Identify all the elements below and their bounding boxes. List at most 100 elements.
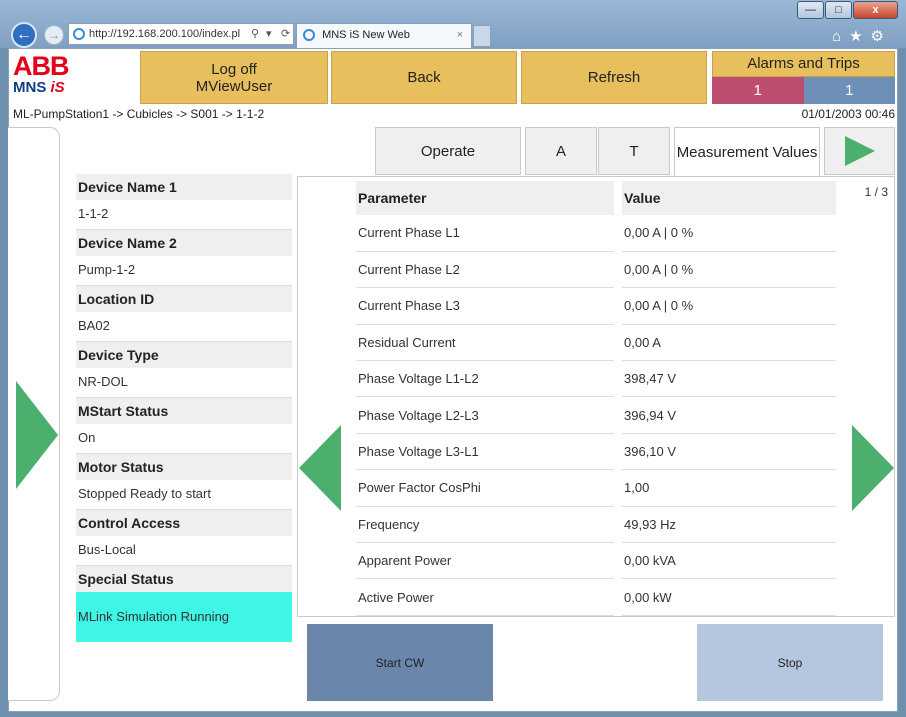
device-field-value: BA02 (76, 312, 292, 342)
is-text: iS (50, 79, 65, 96)
stop-button[interactable]: Stop (697, 624, 883, 701)
table-row: Current Phase L2 0,00 A | 0 % (356, 251, 836, 289)
left-panel-arrow-icon[interactable] (16, 381, 58, 489)
trip-count-badge[interactable]: 1 (803, 77, 895, 104)
value-cell: 0,00 A | 0 % (622, 215, 836, 252)
search-icon[interactable]: ⚲ (251, 24, 263, 44)
device-field-value: NR-DOL (76, 368, 292, 398)
value-cell: 0,00 kW (622, 578, 836, 616)
browser-forward-icon[interactable]: → (44, 25, 64, 45)
tab-operate[interactable]: Operate (375, 127, 521, 175)
browser-back-icon[interactable]: ← (11, 22, 37, 48)
column-header-parameter: Parameter (356, 181, 614, 215)
table-row: Residual Current 0,00 A (356, 324, 836, 362)
refresh-button[interactable]: Refresh (521, 51, 707, 104)
device-field-value: MLink Simulation Running (76, 592, 292, 642)
value-cell: 0,00 A | 0 % (622, 251, 836, 289)
device-field-value: On (76, 424, 292, 454)
alarms-and-trips[interactable]: Alarms and Trips 1 1 (712, 51, 895, 104)
table-row: Phase Voltage L1-L2 398,47 V (356, 360, 836, 398)
table-row: Phase Voltage L2-L3 396,94 V (356, 396, 836, 434)
alarms-title[interactable]: Alarms and Trips (712, 51, 895, 77)
device-field-label: Device Name 1 (76, 174, 292, 200)
logoff-button[interactable]: Log off MViewUser (140, 51, 328, 104)
table-row: Current Phase L1 0,00 A | 0 % (356, 215, 836, 252)
start-cw-button[interactable]: Start CW (307, 624, 493, 701)
parameter-cell: Power Factor CosPhi (356, 469, 614, 507)
parameter-cell: Phase Voltage L1-L2 (356, 360, 614, 398)
table-row: Apparent Power 0,00 kVA (356, 542, 836, 580)
parameter-cell: Frequency (356, 506, 614, 544)
value-cell: 398,47 V (622, 360, 836, 398)
previous-page-arrow-icon[interactable] (299, 425, 341, 511)
close-window-button[interactable]: x (853, 1, 898, 19)
minimize-button[interactable]: — (797, 1, 824, 19)
browser-titlebar: — □ x ← → http://192.168.200.100/index.p… (0, 0, 906, 48)
logoff-label: Log off (211, 60, 257, 78)
device-field-label: Device Name 2 (76, 230, 292, 256)
value-cell: 396,94 V (622, 396, 836, 434)
tab-ie-icon (303, 29, 315, 41)
measurement-panel: 1 / 3 Parameter Value Current Phase L1 0,… (297, 176, 895, 617)
value-cell: 49,93 Hz (622, 506, 836, 544)
table-row: Power Factor CosPhi 1,00 (356, 469, 836, 507)
refresh-page-icon[interactable]: ⟳ (281, 24, 293, 44)
device-field-label: MStart Status (76, 398, 292, 424)
device-field-label: Device Type (76, 342, 292, 368)
value-cell: 0,00 A (622, 324, 836, 362)
tab-next[interactable] (824, 127, 895, 175)
abb-mns-logo: ABB MNS iS (13, 53, 73, 103)
page-indicator: 1 / 3 (864, 185, 888, 199)
tab-title: MNS iS New Web (322, 29, 410, 41)
parameter-cell: Current Phase L3 (356, 287, 614, 325)
breadcrumb: ML-PumpStation1 -> Cubicles -> S001 -> 1… (13, 107, 265, 121)
table-row: Phase Voltage L3-L1 396,10 V (356, 433, 836, 471)
device-field-label: Motor Status (76, 454, 292, 480)
measurement-table: Parameter Value Current Phase L1 0,00 A |… (356, 181, 836, 616)
mns-is-logo-text: MNS iS (13, 79, 73, 97)
parameter-cell: Active Power (356, 578, 614, 616)
back-button[interactable]: Back (331, 51, 517, 104)
tab-measurement-values[interactable]: Measurement Values (674, 127, 820, 177)
maximize-button[interactable]: □ (825, 1, 852, 19)
dropdown-icon[interactable]: ▾ (266, 24, 278, 44)
tab-a[interactable]: A (525, 127, 597, 175)
tab-close-icon[interactable]: × (457, 24, 463, 46)
device-field-label: Location ID (76, 286, 292, 312)
table-row: Frequency 49,93 Hz (356, 506, 836, 544)
device-info-panel: Device Name 1 1-1-2 Device Name 2 Pump-1-2 L… (76, 174, 292, 642)
device-field-value: Pump-1-2 (76, 256, 292, 286)
abb-logo-text: ABB (13, 51, 70, 81)
parameter-cell: Current Phase L2 (356, 251, 614, 289)
parameter-cell: Residual Current (356, 324, 614, 362)
window-controls: — □ x (796, 1, 898, 19)
ie-icon (73, 28, 85, 40)
device-field-label: Special Status (76, 566, 292, 592)
value-cell: 0,00 A | 0 % (622, 287, 836, 325)
alarm-count-badge[interactable]: 1 (712, 77, 804, 104)
browser-tab[interactable]: MNS iS New Web × (296, 23, 472, 48)
next-page-arrow-icon[interactable] (852, 425, 894, 511)
device-field-value: 1-1-2 (76, 200, 292, 230)
datetime: 01/01/2003 00:46 (801, 107, 895, 121)
parameter-cell: Current Phase L1 (356, 215, 614, 252)
browser-tools-icons[interactable]: ⌂★⚙ (832, 27, 892, 45)
parameter-cell: Phase Voltage L2-L3 (356, 396, 614, 434)
table-row: Active Power 0,00 kW (356, 578, 836, 616)
new-tab-button[interactable] (473, 25, 491, 47)
parameter-cell: Apparent Power (356, 542, 614, 580)
address-url[interactable]: http://192.168.200.100/index.pl (89, 24, 248, 44)
address-bar[interactable]: http://192.168.200.100/index.pl ⚲ ▾ ⟳ (68, 23, 294, 45)
tab-t[interactable]: T (598, 127, 670, 175)
mns-text: MNS (13, 79, 47, 96)
play-arrow-icon (844, 136, 875, 166)
value-cell: 396,10 V (622, 433, 836, 471)
device-field-value: Bus-Local (76, 536, 292, 566)
page: ABB MNS iS Log off MViewUser Back Refres… (8, 48, 898, 712)
parameter-cell: Phase Voltage L3-L1 (356, 433, 614, 471)
table-row: Current Phase L3 0,00 A | 0 % (356, 287, 836, 325)
value-cell: 1,00 (622, 469, 836, 507)
column-header-value: Value (622, 181, 836, 215)
left-nav-panel[interactable] (8, 127, 60, 701)
value-cell: 0,00 kVA (622, 542, 836, 580)
